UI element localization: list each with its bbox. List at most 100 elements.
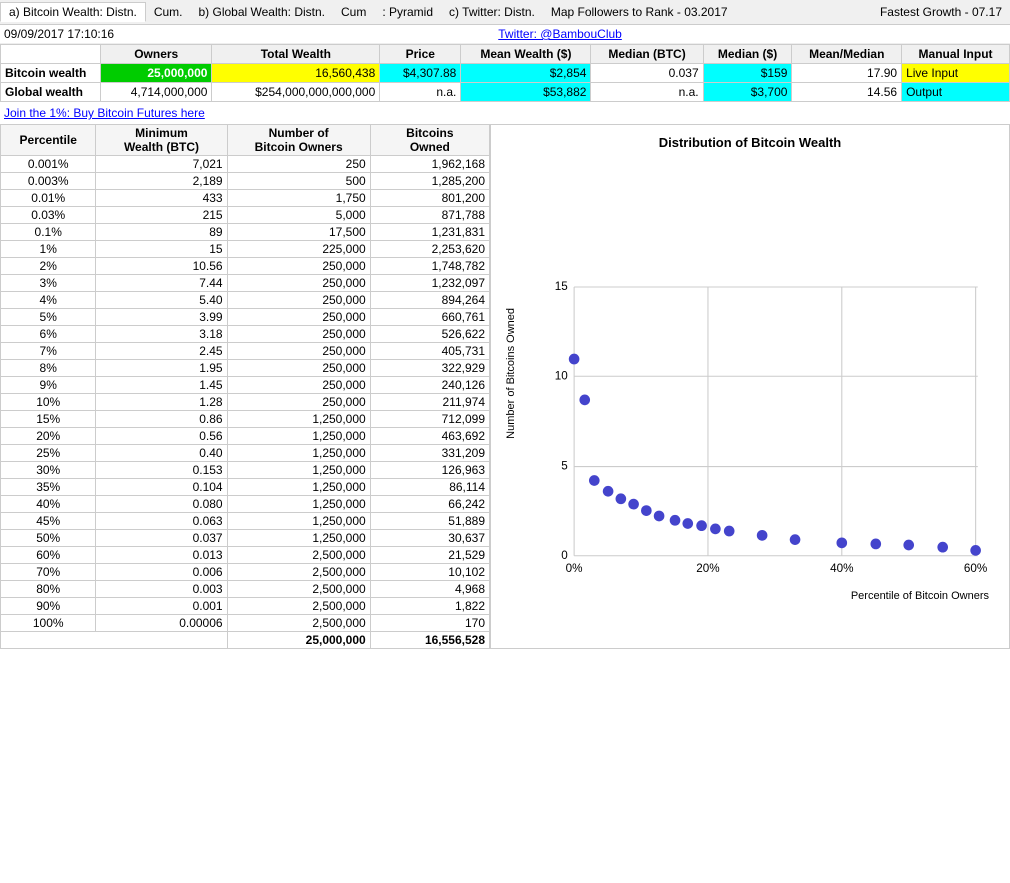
dist-table-cell: 250,000 [227,360,370,377]
dist-table: Percentile MinimumWealth (BTC) Number of… [0,124,490,649]
dist-table-cell: 50% [1,530,96,547]
dist-table-cell: 250,000 [227,258,370,275]
header-median-btc: Median (BTC) [591,45,703,64]
dist-table-row: 7%2.45250,000405,731 [1,343,490,360]
dist-table-row: 9%1.45250,000240,126 [1,377,490,394]
dist-table-wrapper: Percentile MinimumWealth (BTC) Number of… [0,124,490,649]
dist-total-owners: 25,000,000 [227,632,370,649]
dist-table-cell: 3% [1,275,96,292]
dist-table-cell: 0.003% [1,173,96,190]
table-row-global: Global wealth 4,714,000,000 $254,000,000… [1,83,1010,102]
dist-table-row: 15%0.861,250,000712,099 [1,411,490,428]
dist-table-cell: 3.99 [96,309,227,326]
dist-table-cell: 10,102 [370,564,489,581]
dist-total-bitcoins: 16,556,528 [370,632,489,649]
dist-table-cell: 30% [1,462,96,479]
global-median-btc: n.a. [591,83,703,102]
dist-table-cell: 526,622 [370,326,489,343]
dist-table-cell: 894,264 [370,292,489,309]
tab-cum1[interactable]: Cum. [146,3,191,21]
header-owners: Owners [101,45,212,64]
dist-table-cell: 0.03% [1,207,96,224]
dist-table-cell: 250,000 [227,394,370,411]
dist-table-cell: 30,637 [370,530,489,547]
dist-table-cell: 0.40 [96,445,227,462]
dist-table-row: 10%1.28250,000211,974 [1,394,490,411]
dist-table-cell: 2,500,000 [227,598,370,615]
tab-cum2[interactable]: Cum [333,3,374,21]
dist-header-btc-owned: BitcoinsOwned [370,125,489,156]
dist-table-cell: 433 [96,190,227,207]
bitcoin-owners: 25,000,000 [101,64,212,83]
dist-table-row: 0.001%7,0212501,962,168 [1,156,490,173]
dist-table-cell: 70% [1,564,96,581]
dist-table-cell: 225,000 [227,241,370,258]
dist-table-cell: 0.063 [96,513,227,530]
dist-table-cell: 1.45 [96,377,227,394]
dist-table-cell: 126,963 [370,462,489,479]
dist-table-cell: 2,189 [96,173,227,190]
dist-table-row: 90%0.0012,500,0001,822 [1,598,490,615]
dist-table-row: 3%7.44250,0001,232,097 [1,275,490,292]
dist-table-cell: 0.1% [1,224,96,241]
dist-table-cell: 1,822 [370,598,489,615]
dist-table-cell: 15 [96,241,227,258]
global-tag: Output [902,83,1010,102]
dist-table-cell: 3.18 [96,326,227,343]
dist-table-cell: 1,250,000 [227,445,370,462]
global-label: Global wealth [1,83,101,102]
stats-table: Owners Total Wealth Price Mean Wealth ($… [0,44,1010,102]
dist-table-cell: 5% [1,309,96,326]
dist-table-cell: 1,748,782 [370,258,489,275]
header-mean-wealth: Mean Wealth ($) [461,45,591,64]
bitcoin-total-wealth: 16,560,438 [212,64,380,83]
tab-bitcoin-wealth[interactable]: a) Bitcoin Wealth: Distn. [0,2,146,22]
dist-table-row: 50%0.0371,250,00030,637 [1,530,490,547]
chart-title: Distribution of Bitcoin Wealth [501,135,999,150]
dist-table-cell: 801,200 [370,190,489,207]
dist-table-cell: 2.45 [96,343,227,360]
bitcoin-mean-median: 17.90 [792,64,902,83]
svg-text:20%: 20% [696,562,720,575]
tab-twitter[interactable]: c) Twitter: Distn. [441,3,543,21]
dist-table-cell: 405,731 [370,343,489,360]
header-total-wealth: Total Wealth [212,45,380,64]
dist-table-row: 45%0.0631,250,00051,889 [1,513,490,530]
dist-table-cell: 20% [1,428,96,445]
dist-table-cell: 1,250,000 [227,462,370,479]
svg-text:5: 5 [561,460,568,473]
buy-link[interactable]: Join the 1%: Buy Bitcoin Futures here [0,102,1010,124]
dist-table-row: 30%0.1531,250,000126,963 [1,462,490,479]
dist-table-row: 40%0.0801,250,00066,242 [1,496,490,513]
dist-table-cell: 40% [1,496,96,513]
svg-text:0%: 0% [566,562,583,575]
dist-table-cell: 90% [1,598,96,615]
dist-table-cell: 8% [1,360,96,377]
global-mean-wealth: $53,882 [461,83,591,102]
tab-pyramid[interactable]: : Pyramid [374,3,441,21]
dist-table-row: 1%15225,0002,253,620 [1,241,490,258]
dist-table-cell: 100% [1,615,96,632]
dist-table-cell: 15% [1,411,96,428]
dist-header-num-owners: Number ofBitcoin Owners [227,125,370,156]
dist-table-cell: 215 [96,207,227,224]
dist-table-row: 0.1%8917,5001,231,831 [1,224,490,241]
global-mean-median: 14.56 [792,83,902,102]
tab-map-followers[interactable]: Map Followers to Rank - 03.2017 [543,3,736,21]
dist-table-cell: 0.01% [1,190,96,207]
y-axis-label: Number of Bitcoins Owned [505,308,517,439]
dist-table-cell: 0.037 [96,530,227,547]
dist-table-cell: 86,114 [370,479,489,496]
dist-table-cell: 2% [1,258,96,275]
dist-table-cell: 0.001% [1,156,96,173]
dist-table-cell: 66,242 [370,496,489,513]
tab-global-wealth[interactable]: b) Global Wealth: Distn. [191,3,334,21]
dist-table-cell: 0.080 [96,496,227,513]
dist-table-cell: 712,099 [370,411,489,428]
twitter-link[interactable]: Twitter: @BambouClub [498,27,622,41]
tab-fastest-growth[interactable]: Fastest Growth - 07.17 [872,3,1010,21]
dist-table-cell: 871,788 [370,207,489,224]
dist-table-cell: 463,692 [370,428,489,445]
dist-table-cell: 10.56 [96,258,227,275]
dist-table-row: 8%1.95250,000322,929 [1,360,490,377]
